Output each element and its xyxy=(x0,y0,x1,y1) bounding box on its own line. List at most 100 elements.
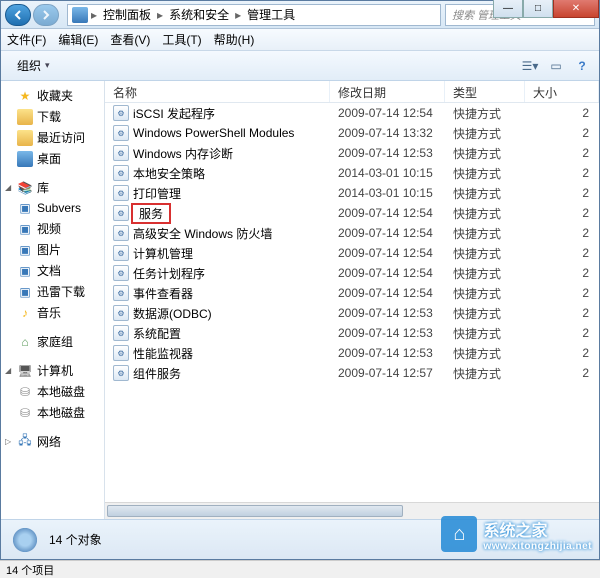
file-date: 2009-07-14 12:54 xyxy=(330,246,445,260)
back-button[interactable] xyxy=(5,4,31,26)
sidebar-item-recent[interactable]: 最近访问 xyxy=(1,127,104,148)
col-size[interactable]: 大小 xyxy=(525,81,599,102)
shortcut-icon: ⚙ xyxy=(113,345,129,361)
file-date: 2009-07-14 12:53 xyxy=(330,146,445,160)
folder-icon: ▣ xyxy=(17,284,33,300)
breadcrumb-segment[interactable]: 管理工具 xyxy=(244,6,298,23)
watermark-logo-icon: ⌂ xyxy=(441,516,477,552)
breadcrumb[interactable]: ▸ 控制面板 ▸ 系统和安全 ▸ 管理工具 xyxy=(67,4,441,26)
file-date: 2009-07-14 12:54 xyxy=(330,226,445,240)
watermark: ⌂ 系统之家 www.xitongzhijia.net xyxy=(441,516,592,552)
file-size: 2 xyxy=(525,266,599,280)
folder-icon xyxy=(17,109,33,125)
file-date: 2009-07-14 12:57 xyxy=(330,366,445,380)
gear-icon xyxy=(9,524,41,556)
table-row[interactable]: ⚙计算机管理2009-07-14 12:54快捷方式2 xyxy=(105,243,599,263)
forward-button[interactable] xyxy=(33,4,59,26)
breadcrumb-segment[interactable]: 控制面板 xyxy=(100,6,154,23)
sidebar-network[interactable]: ▷🖧 网络 xyxy=(1,431,104,452)
sidebar-item-videos[interactable]: ▣视频 xyxy=(1,218,104,239)
sidebar-item-disk[interactable]: ⛁本地磁盘 xyxy=(1,381,104,402)
sidebar-item-subversion[interactable]: ▣Subvers xyxy=(1,198,104,218)
table-row[interactable]: ⚙系统配置2009-07-14 12:53快捷方式2 xyxy=(105,323,599,343)
table-row[interactable]: ⚙高级安全 Windows 防火墙2009-07-14 12:54快捷方式2 xyxy=(105,223,599,243)
col-date[interactable]: 修改日期 xyxy=(330,81,445,102)
maximize-button[interactable]: □ xyxy=(523,0,553,18)
sidebar-computer[interactable]: ◢🖥 计算机 xyxy=(1,360,104,381)
table-row[interactable]: ⚙Windows 内存诊断 2009-07-14 12:53快捷方式2 xyxy=(105,143,599,163)
menu-view[interactable]: 查看(V) xyxy=(110,31,150,48)
sidebar-favorites[interactable]: ★ 收藏夹 xyxy=(1,85,104,106)
file-type: 快捷方式 xyxy=(445,205,525,222)
shortcut-icon: ⚙ xyxy=(113,285,129,301)
file-date: 2009-07-14 12:53 xyxy=(330,326,445,340)
file-name: 数据源(ODBC) xyxy=(133,305,212,322)
shortcut-icon: ⚙ xyxy=(113,325,129,341)
file-size: 2 xyxy=(525,226,599,240)
organize-button[interactable]: 组织 xyxy=(9,55,58,76)
picture-icon: ▣ xyxy=(17,242,33,258)
file-date: 2009-07-14 12:53 xyxy=(330,346,445,360)
file-size: 2 xyxy=(525,326,599,340)
table-row[interactable]: ⚙iSCSI 发起程序2009-07-14 12:54快捷方式2 xyxy=(105,103,599,123)
sidebar-item-xunlei[interactable]: ▣迅雷下载 xyxy=(1,281,104,302)
col-name[interactable]: 名称 xyxy=(105,81,330,102)
shortcut-icon: ⚙ xyxy=(113,365,129,381)
file-type: 快捷方式 xyxy=(445,365,525,382)
sidebar-item-pictures[interactable]: ▣图片 xyxy=(1,239,104,260)
file-name: 计算机管理 xyxy=(133,245,193,262)
menu-tools[interactable]: 工具(T) xyxy=(162,31,201,48)
sidebar-homegroup[interactable]: ⌂ 家庭组 xyxy=(1,331,104,352)
close-button[interactable]: ✕ xyxy=(553,0,599,18)
file-date: 2014-03-01 10:15 xyxy=(330,166,445,180)
sidebar-libraries[interactable]: ◢📚 库 xyxy=(1,177,104,198)
menubar: 文件(F) 编辑(E) 查看(V) 工具(T) 帮助(H) xyxy=(1,29,599,51)
file-name: Windows PowerShell Modules xyxy=(133,126,294,140)
table-row[interactable]: ⚙数据源(ODBC)2009-07-14 12:53快捷方式2 xyxy=(105,303,599,323)
sidebar-item-downloads[interactable]: 下载 xyxy=(1,106,104,127)
file-size: 2 xyxy=(525,206,599,220)
minimize-button[interactable]: — xyxy=(493,0,523,18)
table-row[interactable]: ⚙任务计划程序2009-07-14 12:54快捷方式2 xyxy=(105,263,599,283)
main-panel: 名称 修改日期 类型 大小 ⚙iSCSI 发起程序2009-07-14 12:5… xyxy=(105,81,599,519)
table-row[interactable]: ⚙打印管理2014-03-01 10:15快捷方式2 xyxy=(105,183,599,203)
col-type[interactable]: 类型 xyxy=(445,81,525,102)
sidebar-item-desktop[interactable]: 桌面 xyxy=(1,148,104,169)
file-type: 快捷方式 xyxy=(445,245,525,262)
file-date: 2009-07-14 12:54 xyxy=(330,266,445,280)
file-date: 2009-07-14 12:54 xyxy=(330,206,445,220)
sidebar: ★ 收藏夹 下载 最近访问 桌面 ◢📚 库 ▣Subvers ▣视频 ▣图片 ▣… xyxy=(1,81,105,519)
shortcut-icon: ⚙ xyxy=(113,185,129,201)
sidebar-item-documents[interactable]: ▣文档 xyxy=(1,260,104,281)
shortcut-icon: ⚙ xyxy=(113,125,129,141)
table-row[interactable]: ⚙ Windows PowerShell Modules 2009-07-14 13… xyxy=(105,123,599,143)
file-size: 2 xyxy=(525,346,599,360)
file-date: 2009-07-14 13:32 xyxy=(330,126,445,140)
file-name: 组件服务 xyxy=(133,365,181,382)
breadcrumb-segment[interactable]: 系统和安全 xyxy=(166,6,232,23)
file-name: Windows 内存诊断 xyxy=(133,145,233,162)
shortcut-icon: ⚙ xyxy=(113,165,129,181)
shortcut-icon: ⚙ xyxy=(113,145,129,161)
menu-file[interactable]: 文件(F) xyxy=(7,31,46,48)
help-icon[interactable]: ? xyxy=(573,57,591,75)
file-date: 2014-03-01 10:15 xyxy=(330,186,445,200)
table-row[interactable]: ⚙本地安全策略2014-03-01 10:15快捷方式2 xyxy=(105,163,599,183)
status-count: 14 个对象 xyxy=(49,531,102,548)
file-size: 2 xyxy=(525,166,599,180)
scrollbar-thumb[interactable] xyxy=(107,505,403,517)
table-row[interactable]: ⚙性能监视器2009-07-14 12:53快捷方式2 xyxy=(105,343,599,363)
sidebar-item-music[interactable]: ♪音乐 xyxy=(1,302,104,323)
file-size: 2 xyxy=(525,146,599,160)
sidebar-item-disk[interactable]: ⛁本地磁盘 xyxy=(1,402,104,423)
file-type: 快捷方式 xyxy=(445,145,525,162)
table-row[interactable]: ⚙服务2009-07-14 12:54快捷方式2 xyxy=(105,203,599,223)
preview-pane-icon[interactable]: ▭ xyxy=(547,57,565,75)
view-options-icon[interactable]: ☰▾ xyxy=(521,57,539,75)
menu-edit[interactable]: 编辑(E) xyxy=(58,31,98,48)
table-row[interactable]: ⚙组件服务2009-07-14 12:57快捷方式2 xyxy=(105,363,599,383)
table-row[interactable]: ⚙事件查看器2009-07-14 12:54快捷方式2 xyxy=(105,283,599,303)
shortcut-icon: ⚙ xyxy=(113,245,129,261)
file-type: 快捷方式 xyxy=(445,185,525,202)
menu-help[interactable]: 帮助(H) xyxy=(214,31,255,48)
